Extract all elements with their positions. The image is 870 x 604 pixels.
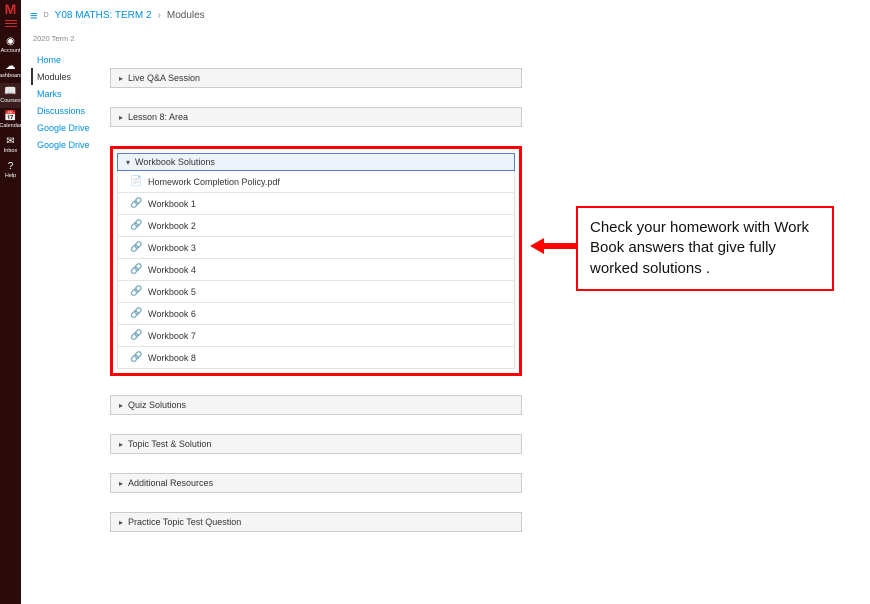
module-header-workbook[interactable]: Workbook Solutions [117, 153, 515, 171]
course-nav: 2020 Term 2 Home Modules Marks Discussio… [33, 34, 103, 153]
link-icon: 🔗 [130, 286, 140, 297]
module-live-qa: Live Q&A Session [110, 68, 522, 88]
caret-right-icon [119, 400, 123, 410]
module-title: Quiz Solutions [128, 400, 186, 410]
highlighted-module-box: Workbook Solutions 📄 Homework Completion… [110, 146, 522, 376]
module-header[interactable]: Lesson 8: Area [110, 107, 522, 127]
nav-help[interactable]: ? Help [0, 158, 21, 183]
module-item-label: Workbook 3 [148, 243, 196, 253]
caret-down-icon [126, 157, 130, 167]
module-item-label: Workbook 4 [148, 265, 196, 275]
module-item[interactable]: 🔗 Workbook 2 [117, 215, 515, 237]
link-icon: 🔗 [130, 352, 140, 363]
document-icon: 📄 [130, 176, 140, 187]
nav-label: Account [1, 48, 21, 54]
module-title: Topic Test & Solution [128, 439, 211, 449]
help-icon: ? [8, 162, 14, 172]
link-icon: 🔗 [130, 198, 140, 209]
module-item[interactable]: 🔗 Workbook 8 [117, 347, 515, 369]
module-item-label: Workbook 6 [148, 309, 196, 319]
nav-dashboard[interactable]: ☁ ashboard [0, 58, 21, 83]
module-title: Live Q&A Session [128, 73, 200, 83]
nav-label: Calendar [0, 123, 22, 129]
module-item[interactable]: 🔗 Workbook 3 [117, 237, 515, 259]
nav-label: Help [5, 173, 16, 179]
module-header[interactable]: Quiz Solutions [110, 395, 522, 415]
arrow-icon [530, 238, 576, 254]
nav-label: Courses [0, 98, 20, 104]
course-nav-discussions[interactable]: Discussions [33, 102, 103, 119]
module-topic-test: Topic Test & Solution [110, 434, 522, 454]
course-nav-modules[interactable]: Modules [31, 68, 103, 85]
link-icon: 🔗 [130, 330, 140, 341]
course-nav-google-drive-2[interactable]: Google Drive [33, 136, 103, 153]
module-header[interactable]: Practice Topic Test Question [110, 512, 522, 532]
module-item[interactable]: 🔗 Workbook 7 [117, 325, 515, 347]
module-title: Workbook Solutions [135, 157, 215, 167]
course-prefix: D [44, 12, 49, 19]
annotation-callout: Check your homework with Work Book answe… [576, 206, 834, 291]
caret-right-icon [119, 73, 123, 83]
module-additional-resources: Additional Resources [110, 473, 522, 493]
module-item[interactable]: 🔗 Workbook 4 [117, 259, 515, 281]
link-icon: 🔗 [130, 220, 140, 231]
module-practice-question: Practice Topic Test Question [110, 512, 522, 532]
link-icon: 🔗 [130, 264, 140, 275]
course-nav-google-drive[interactable]: Google Drive [33, 119, 103, 136]
nav-calendar[interactable]: 📅 Calendar [0, 108, 21, 133]
breadcrumb-separator: › [158, 10, 161, 21]
calendar-icon: 📅 [4, 112, 16, 122]
module-item-label: Homework Completion Policy.pdf [148, 177, 280, 187]
caret-right-icon [119, 517, 123, 527]
logo[interactable]: M [0, 0, 21, 16]
module-item-label: Workbook 8 [148, 353, 196, 363]
module-header[interactable]: Topic Test & Solution [110, 434, 522, 454]
link-icon: 🔗 [130, 242, 140, 253]
course-nav-home[interactable]: Home [33, 51, 103, 68]
module-title: Additional Resources [128, 478, 213, 488]
caret-right-icon [119, 112, 123, 122]
hamburger-icon[interactable] [5, 18, 17, 29]
global-nav: M ◉ Account ☁ ashboard 📖 Courses 📅 Calen… [0, 0, 21, 604]
module-header[interactable]: Additional Resources [110, 473, 522, 493]
module-item-label: Workbook 7 [148, 331, 196, 341]
nav-courses[interactable]: 📖 Courses [0, 83, 21, 108]
module-item-label: Workbook 2 [148, 221, 196, 231]
modules-list: Live Q&A Session Lesson 8: Area Workbook… [110, 34, 522, 551]
module-lesson-8: Lesson 8: Area [110, 107, 522, 127]
link-icon: 🔗 [130, 308, 140, 319]
module-title: Practice Topic Test Question [128, 517, 241, 527]
module-item-label: Workbook 5 [148, 287, 196, 297]
course-term: 2020 Term 2 [33, 34, 103, 43]
module-header[interactable]: Live Q&A Session [110, 68, 522, 88]
module-item-label: Workbook 1 [148, 199, 196, 209]
breadcrumb-page: Modules [167, 10, 205, 21]
breadcrumb-course[interactable]: Y08 MATHS: TERM 2 [55, 10, 152, 21]
breadcrumb: ≡ D Y08 MATHS: TERM 2 › Modules [30, 8, 205, 23]
nav-account[interactable]: ◉ Account [0, 33, 21, 58]
module-item[interactable]: 🔗 Workbook 5 [117, 281, 515, 303]
module-title: Lesson 8: Area [128, 112, 188, 122]
caret-right-icon [119, 439, 123, 449]
module-item[interactable]: 🔗 Workbook 1 [117, 193, 515, 215]
user-icon: ◉ [6, 37, 15, 47]
module-quiz-solutions: Quiz Solutions [110, 395, 522, 415]
courses-icon: 📖 [4, 87, 16, 97]
course-menu-button[interactable]: ≡ [30, 8, 38, 23]
nav-inbox[interactable]: ✉ Inbox [0, 133, 21, 158]
nav-label: ashboard [0, 73, 22, 79]
module-item[interactable]: 📄 Homework Completion Policy.pdf [117, 171, 515, 193]
dashboard-icon: ☁ [6, 62, 16, 72]
course-nav-marks[interactable]: Marks [33, 85, 103, 102]
caret-right-icon [119, 478, 123, 488]
inbox-icon: ✉ [6, 137, 14, 147]
module-item[interactable]: 🔗 Workbook 6 [117, 303, 515, 325]
nav-label: Inbox [4, 148, 17, 154]
